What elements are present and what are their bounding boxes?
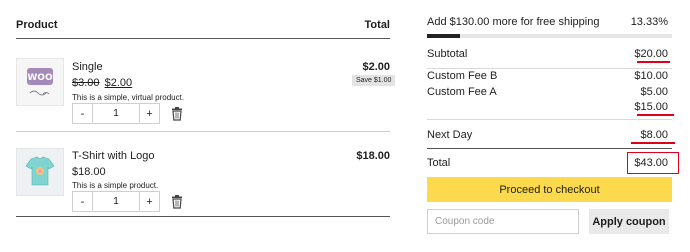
trash-icon[interactable]: [171, 195, 183, 209]
quantity-input[interactable]: 1: [92, 192, 140, 211]
subtotal-label: Subtotal: [427, 48, 468, 60]
line-total: $2.00: [362, 61, 390, 73]
fee-value: $5.00: [640, 86, 668, 98]
total-column-header: Total: [364, 19, 390, 31]
header-divider: [16, 38, 390, 39]
regular-price: $3.00: [72, 77, 100, 89]
product-price: $18.00: [72, 166, 106, 178]
progress-fill: [427, 34, 460, 38]
fee-label: Custom Fee A: [427, 86, 497, 98]
subtotal-value: $20.00: [634, 48, 668, 60]
quantity-decrease-button[interactable]: -: [73, 192, 92, 211]
product-name[interactable]: T-Shirt with Logo: [72, 150, 155, 162]
save-badge: Save $1.00: [352, 75, 396, 86]
totals-divider: [427, 68, 672, 69]
order-total-value: $43.00: [634, 157, 668, 169]
trash-icon[interactable]: [171, 107, 183, 121]
proceed-to-checkout-button[interactable]: Proceed to checkout: [427, 177, 672, 202]
shipping-method-label: Next Day: [427, 129, 473, 141]
shipping-method-value: $8.00: [640, 129, 668, 141]
annotation-underline: [631, 142, 675, 144]
quantity-increase-button[interactable]: +: [140, 192, 159, 211]
annotation-underline: [637, 114, 674, 116]
product-thumbnail[interactable]: [16, 148, 64, 196]
product-price: $3.00 $2.00: [72, 77, 132, 89]
sale-price: $2.00: [104, 77, 133, 89]
quantity-selector: - 1 +: [72, 103, 160, 124]
product-column-header: Product: [16, 19, 58, 31]
order-total-label: Total: [427, 157, 451, 169]
annotation-underline: [637, 61, 670, 63]
free-shipping-message: Add $130.00 more for free shipping: [427, 16, 600, 28]
tshirt-icon: [17, 149, 63, 195]
quantity-selector: - 1 +: [72, 191, 160, 212]
table-bottom-divider: [16, 216, 390, 217]
product-thumbnail[interactable]: WOO: [16, 58, 64, 106]
totals-divider: [427, 119, 672, 120]
quantity-increase-button[interactable]: +: [140, 104, 159, 123]
fee-label: Custom Fee B: [427, 70, 498, 82]
line-total: $18.00: [356, 150, 390, 162]
product-description: This is a simple, virtual product.: [72, 93, 185, 102]
free-shipping-percent: 13.33%: [630, 16, 668, 28]
coupon-code-input[interactable]: [427, 209, 579, 234]
quantity-input[interactable]: 1: [92, 104, 140, 123]
free-shipping-progress-bar: [427, 34, 672, 38]
product-description: This is a simple product.: [72, 181, 159, 190]
woo-logo-text: WOO: [27, 73, 53, 83]
product-name[interactable]: Single: [72, 61, 103, 73]
row-divider: [16, 131, 390, 132]
fees-total-value: $15.00: [634, 101, 668, 113]
fee-value: $10.00: [634, 70, 668, 82]
apply-coupon-button[interactable]: Apply coupon: [589, 209, 669, 234]
total-divider: [427, 148, 672, 149]
quantity-decrease-button[interactable]: -: [73, 104, 92, 123]
woo-album-icon: WOO: [17, 59, 63, 105]
